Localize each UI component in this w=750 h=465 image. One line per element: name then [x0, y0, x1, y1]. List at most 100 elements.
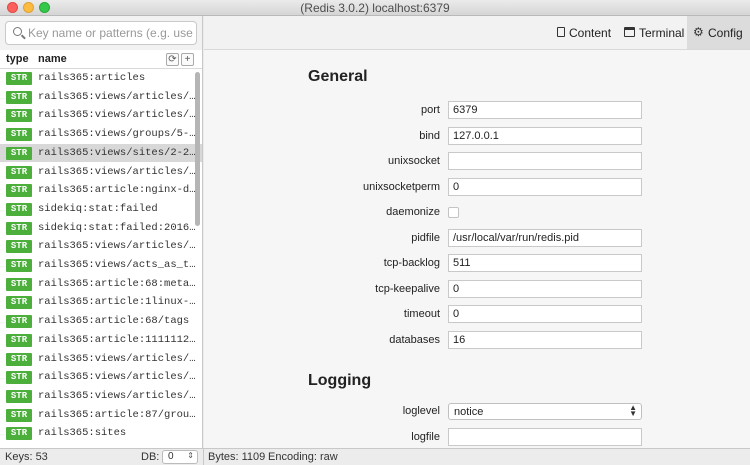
- type-badge: STR: [6, 221, 32, 235]
- bind-label: bind: [419, 129, 440, 142]
- tcp-keepalive-input[interactable]: [448, 279, 642, 298]
- key-list-item[interactable]: STR rails365:views/articles/88-...: [0, 237, 202, 256]
- type-badge: STR: [6, 277, 32, 291]
- key-list-item[interactable]: STR rails365:article:1111112222...: [0, 331, 202, 350]
- plus-icon[interactable]: +: [181, 53, 194, 66]
- tab-terminal-label: Terminal: [639, 26, 685, 40]
- type-badge: STR: [6, 72, 32, 85]
- type-badge: STR: [6, 109, 32, 123]
- type-badge: STR: [6, 315, 32, 329]
- key-name: sidekiq:stat:failed: [38, 202, 158, 215]
- key-list-item[interactable]: STR rails365:views/articles/68-...: [0, 387, 202, 406]
- status-divider: [203, 449, 204, 465]
- search-bar: [0, 16, 202, 50]
- daemonize-checkbox[interactable]: [448, 207, 459, 218]
- key-list-item[interactable]: STR rails365:views/articles/88-...: [0, 88, 202, 107]
- loglevel-select-value: notice: [454, 406, 484, 418]
- key-list-item[interactable]: STR sidekiq:stat:failed:2016-01...: [0, 219, 202, 238]
- gear-icon: ⚙: [693, 25, 704, 39]
- key-list-item[interactable]: STR rails365:views/articles/88-...: [0, 350, 202, 369]
- port-label: port: [421, 104, 440, 116]
- key-list-item[interactable]: STR rails365:articles: [0, 69, 202, 88]
- key-name: rails365:views/articles/88-...: [38, 352, 196, 365]
- key-name: rails365:article:nginx-de-g...: [38, 184, 196, 197]
- tcp-backlog-label: tcp-backlog: [383, 257, 440, 269]
- pidfile-input[interactable]: [448, 228, 642, 247]
- daemonize-label: daemonize: [386, 206, 440, 218]
- bind-input[interactable]: [448, 126, 642, 145]
- key-list-header: type name ⟳ +: [0, 50, 202, 69]
- unixsocketperm-label: unixsocketperm: [362, 180, 440, 193]
- key-list-item[interactable]: STR rails365:article:1linux-de-...: [0, 293, 202, 312]
- key-list-item[interactable]: STR rails365:views/sites/2-2015...: [0, 143, 202, 163]
- tab-terminal[interactable]: Terminal: [616, 16, 686, 49]
- type-badge: STR: [6, 184, 32, 198]
- window-titlebar: (Redis 3.0.2) localhost:6379: [0, 0, 750, 16]
- search-box[interactable]: [5, 21, 197, 45]
- search-icon: [13, 27, 22, 36]
- key-list-item[interactable]: STR rails365:article:68/tags: [0, 312, 202, 331]
- key-list: STR rails365:articles STR rails365:views/ar…: [0, 69, 202, 448]
- key-list-item[interactable]: STR sidekiq:stat:failed: [0, 200, 202, 219]
- port-input[interactable]: [448, 101, 642, 119]
- chevron-updown-icon: ⇕: [187, 451, 194, 460]
- tcp-keepalive-label: tcp-keepalive: [375, 282, 440, 295]
- type-badge: STR: [6, 371, 32, 385]
- tab-content[interactable]: Content: [548, 16, 614, 49]
- search-input[interactable]: [28, 25, 193, 41]
- document-icon: [557, 27, 565, 37]
- key-list-item[interactable]: STR rails365:views/articles/87-...: [0, 368, 202, 387]
- key-list-item[interactable]: STR rails365:views/articles/68-...: [0, 163, 202, 182]
- byte-count: Bytes: 1109: [208, 451, 266, 463]
- type-badge: STR: [6, 202, 32, 216]
- type-badge: STR: [6, 389, 32, 403]
- key-name: rails365:views/articles/68-...: [38, 165, 196, 178]
- key-name: rails365:article:68:meta_ke...: [38, 277, 196, 290]
- key-list-item[interactable]: STR rails365:sites: [0, 424, 202, 443]
- db-select-value: 0: [168, 451, 174, 462]
- timeout-label: timeout: [403, 308, 440, 320]
- key-list-item[interactable]: STR rails365:article:87/group_n...: [0, 406, 202, 425]
- logfile-input[interactable]: [448, 427, 642, 446]
- key-name: rails365:article:1111112222...: [38, 333, 196, 346]
- type-badge: STR: [6, 333, 32, 347]
- refresh-icon[interactable]: ⟳: [166, 53, 179, 66]
- key-list-scrollbar[interactable]: [195, 72, 200, 226]
- key-name: rails365:views/articles/88-...: [38, 90, 196, 103]
- key-name: rails365:sites: [38, 427, 127, 440]
- type-badge: STR: [6, 296, 32, 310]
- main-panel: Content Terminal ⚙ Config General port bi…: [204, 16, 750, 448]
- view-toolbar: Content Terminal ⚙ Config: [204, 16, 750, 50]
- unixsocket-input[interactable]: [448, 152, 642, 170]
- key-list-item[interactable]: STR rails365:article:68:meta_ke...: [0, 275, 202, 294]
- key-list-item[interactable]: STR rails365:views/groups/5-201...: [0, 125, 202, 144]
- key-list-item[interactable]: STR rails365:views/articles/87-...: [0, 106, 202, 125]
- type-badge: STR: [6, 352, 32, 366]
- key-name: rails365:views/articles/87-...: [38, 371, 196, 384]
- databases-input[interactable]: [448, 330, 642, 349]
- type-badge: STR: [6, 259, 32, 272]
- type-badge: STR: [6, 408, 32, 422]
- tab-content-label: Content: [569, 26, 612, 40]
- logging-section-title: Logging: [308, 372, 372, 389]
- type-badge: STR: [6, 240, 32, 254]
- unixsocketperm-input[interactable]: [448, 177, 642, 196]
- key-name: rails365:article:68/tags: [38, 315, 190, 328]
- status-bar: Keys: 53 DB: 0 ⇕ Bytes: 1109 Encoding: r…: [0, 448, 750, 465]
- key-name: rails365:article:87/group_n...: [38, 408, 196, 421]
- window-title: (Redis 3.0.2) localhost:6379: [300, 1, 450, 15]
- type-column-header: type: [6, 53, 29, 65]
- general-section-title: General: [308, 68, 368, 85]
- key-name: rails365:articles: [38, 72, 146, 84]
- type-badge: STR: [6, 90, 32, 104]
- db-select[interactable]: 0 ⇕: [162, 450, 198, 464]
- key-list-item[interactable]: STR rails365:article:nginx-de-g...: [0, 181, 202, 200]
- key-list-item[interactable]: STR rails365:views/acts_as_tagg...: [0, 256, 202, 275]
- loglevel-select[interactable]: notice ▲ ▼: [448, 403, 642, 420]
- tab-config[interactable]: ⚙ Config: [687, 16, 750, 49]
- key-name: rails365:views/articles/88-...: [38, 240, 196, 253]
- name-column-header: name: [38, 53, 67, 65]
- tcp-backlog-input[interactable]: [448, 254, 642, 272]
- key-name: rails365:views/groups/5-201...: [38, 128, 196, 141]
- timeout-input[interactable]: [448, 305, 642, 323]
